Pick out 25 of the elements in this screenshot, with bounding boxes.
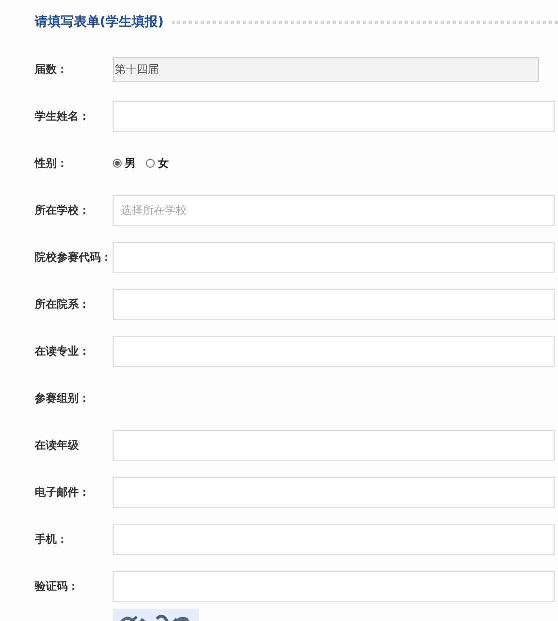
select-field[interactable]: 选择所在学校 bbox=[113, 195, 555, 226]
field-label: 在读专业： bbox=[34, 344, 91, 359]
input-field[interactable] bbox=[113, 101, 555, 132]
field-label: 院校参赛代码： bbox=[34, 250, 113, 265]
radio-option[interactable]: 男 bbox=[113, 156, 136, 171]
field-label: 学生姓名： bbox=[34, 109, 91, 124]
field-label: 所在学校： bbox=[34, 203, 91, 218]
input-field[interactable] bbox=[113, 242, 555, 273]
field-label: 所在院系： bbox=[34, 297, 91, 312]
input-field[interactable] bbox=[113, 571, 555, 602]
input-field[interactable] bbox=[113, 430, 555, 461]
radio-option[interactable]: 女 bbox=[146, 156, 169, 171]
field-label: 电子邮件： bbox=[34, 485, 91, 500]
field-label: 手机： bbox=[34, 532, 69, 547]
form-title: 请填写表单(学生填报) bbox=[35, 14, 164, 31]
input-field[interactable] bbox=[113, 524, 555, 555]
input-field[interactable] bbox=[113, 289, 555, 320]
field-label: 在读年级 bbox=[34, 438, 80, 453]
field-label: 性别： bbox=[34, 156, 69, 171]
field-label: 参赛组别： bbox=[34, 391, 91, 406]
field-label: 验证码： bbox=[34, 579, 80, 594]
input-field[interactable]: 第十四届 bbox=[113, 57, 539, 82]
input-field[interactable] bbox=[113, 477, 555, 508]
input-field[interactable] bbox=[113, 336, 555, 367]
field-label: 届数： bbox=[34, 62, 69, 77]
